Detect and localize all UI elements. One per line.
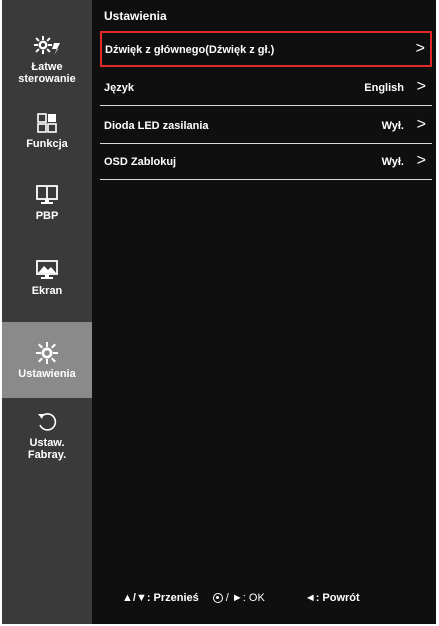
sidebar-item-ustawienia[interactable]: Ustawienia	[2, 322, 92, 398]
sidebar-item-label: Ustawienia	[18, 367, 76, 380]
sidebar-item-label: Ekran	[31, 285, 63, 297]
row-label: OSD Zablokuj	[104, 156, 177, 168]
sidebar-item-label: PBP	[35, 210, 59, 222]
sidebar-item-latwe-sterowanie[interactable]: Łatwe sterowanie	[2, 34, 92, 85]
sidebar-item-label: Ustaw. Fabray.	[27, 437, 67, 461]
panel-title: Ustawienia	[104, 9, 167, 23]
hint-back: ◄: Powrót	[304, 592, 360, 604]
settings-gear-icon	[34, 341, 60, 365]
function-grid-icon	[34, 111, 60, 135]
row-divider	[100, 105, 432, 106]
joystick-press-icon	[212, 593, 223, 603]
sidebar-item-label: Funkcja	[26, 138, 68, 150]
hint-ok: / ►: OK	[212, 592, 265, 604]
sidebar-item-ustaw-fabray[interactable]: Ustaw. Fabray.	[2, 410, 92, 461]
osd-menu: Łatwe sterowanie Funkcja PBP Ekran Ustaw…	[2, 0, 436, 624]
footer-hints: ▲/▼: Przenieś / ►: OK ◄: Powrót	[122, 592, 360, 604]
sidebar-item-label: Łatwe sterowanie	[18, 61, 76, 85]
row-label: Dioda LED zasilania	[104, 120, 209, 132]
row-value: Wył.	[381, 156, 404, 168]
menu-row-dzwiek-z-glownego[interactable]: Dźwięk z głównego(Dźwięk z gł.) >	[100, 31, 432, 67]
chevron-right-icon: >	[416, 78, 426, 95]
row-label: Język	[104, 82, 134, 94]
reset-arrow-icon	[34, 410, 60, 434]
hint-move: ▲/▼: Przenieś	[122, 592, 199, 604]
chevron-right-icon: >	[416, 152, 426, 169]
pbp-monitor-icon	[34, 183, 60, 207]
screen-picture-icon	[34, 258, 60, 282]
menu-row-dioda-led[interactable]: Dioda LED zasilania Wył. >	[100, 108, 432, 144]
menu-row-jezyk[interactable]: Język English >	[100, 70, 432, 106]
sidebar-item-pbp[interactable]: PBP	[2, 183, 92, 222]
sidebar: Łatwe sterowanie Funkcja PBP Ekran Ustaw…	[2, 0, 92, 624]
row-label: Dźwięk z głównego(Dźwięk z gł.)	[105, 44, 275, 56]
menu-row-osd-zablokuj[interactable]: OSD Zablokuj Wył. >	[100, 144, 432, 180]
sidebar-item-funkcja[interactable]: Funkcja	[2, 111, 92, 150]
chevron-right-icon: >	[415, 40, 425, 57]
row-value: English	[364, 82, 404, 94]
row-value: Wył.	[381, 120, 404, 132]
row-divider	[100, 179, 432, 180]
easy-control-icon	[34, 34, 60, 58]
hint-ok-label: / ►: OK	[225, 592, 265, 604]
sidebar-item-ekran[interactable]: Ekran	[2, 258, 92, 297]
chevron-right-icon: >	[416, 116, 426, 133]
